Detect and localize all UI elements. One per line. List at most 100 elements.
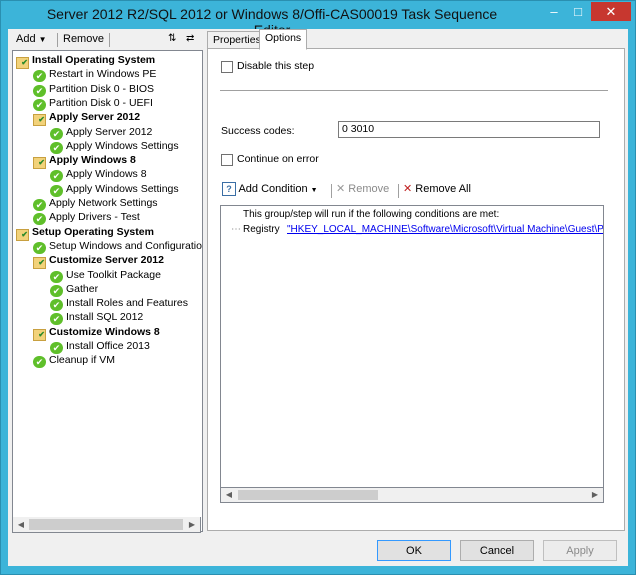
green-check-icon: ✔ — [50, 270, 63, 283]
dropdown-arrow-icon: ▼ — [38, 35, 47, 44]
tree-item-label: Apply Drivers - Test — [49, 211, 140, 224]
tree-step[interactable]: ✔ Setup Windows and Configuration — [33, 239, 203, 254]
minimize-button[interactable]: – — [541, 2, 567, 21]
green-check-icon: ✔ — [50, 184, 63, 197]
scroll-thumb[interactable] — [29, 519, 183, 530]
remove-all-label: Remove All — [415, 183, 471, 195]
options-panel: Disable this step Success codes: 0 3010 … — [207, 48, 625, 531]
tree-toolbar: Add ▼ Remove ⇅ ⇄ — [12, 31, 204, 49]
tree-item-label: Install Office 2013 — [66, 340, 150, 352]
success-codes-input[interactable]: 0 3010 — [338, 121, 600, 138]
tree-group[interactable]: ✔ Apply Server 2012 — [33, 110, 141, 127]
cancel-button[interactable]: Cancel — [460, 540, 534, 561]
tree-item-label: Apply Server 2012 — [49, 111, 141, 124]
tree-step[interactable]: ✔ Apply Windows 8 — [50, 167, 147, 183]
tree-step[interactable]: ✔ Install SQL 2012 — [50, 310, 143, 326]
toolbar-divider — [331, 184, 332, 198]
folder-check-icon: ✔ — [33, 257, 46, 270]
green-check-icon: ✔ — [50, 170, 63, 183]
move-up-icon[interactable]: ⇅ — [168, 33, 176, 44]
scroll-right-icon[interactable]: ▶ — [184, 517, 200, 532]
tree-item-label: Partition Disk 0 - BIOS — [49, 82, 155, 95]
green-check-icon: ✔ — [33, 213, 46, 226]
toolbar-divider — [109, 33, 110, 47]
green-check-icon: ✔ — [50, 127, 63, 140]
tree-group[interactable]: ✔ Install Operating System — [16, 53, 156, 69]
title-bar[interactable]: Server 2012 R2/SQL 2012 or Windows 8/Off… — [1, 1, 635, 38]
dropdown-arrow-icon: ▼ — [310, 187, 318, 194]
green-check-icon: ✔ — [33, 356, 46, 369]
tree-item-label: Apply Network Settings — [49, 197, 158, 209]
add-condition-label: Add Condition — [238, 183, 308, 195]
task-sequence-editor-window: Server 2012 R2/SQL 2012 or Windows 8/Off… — [0, 0, 636, 575]
close-button[interactable]: ✕ — [591, 2, 631, 21]
tree-item-label: Customize Server 2012 — [49, 254, 164, 267]
add-condition-button[interactable]: ? Add Condition ▼ — [222, 182, 318, 196]
tree-step[interactable]: ✔ Use Toolkit Package — [50, 268, 161, 283]
tree-step[interactable]: ✔ Restart in Windows PE — [33, 67, 156, 83]
tree-item-label: Gather — [66, 282, 99, 295]
dialog-client-area: Add ▼ Remove ⇅ ⇄ ✔ Install Operating Syst… — [8, 29, 628, 566]
success-codes-label: Success codes: — [221, 125, 295, 137]
tree-group[interactable]: ✔ Customize Windows 8 — [33, 325, 160, 341]
tree-step[interactable]: ✔ Cleanup if VM — [33, 353, 115, 369]
tree-group[interactable]: ✔ Apply Windows 8 — [33, 153, 136, 170]
tree-item-label: Apply Windows 8 — [66, 168, 147, 181]
folder-check-icon: ✔ — [33, 328, 46, 341]
tree-item-label: Setup Windows and Configuration — [49, 239, 203, 252]
condition-type: Registry — [243, 224, 280, 235]
ok-button[interactable]: OK — [377, 540, 451, 561]
tree-step[interactable]: ✔ Apply Server 2012 — [50, 125, 152, 140]
toolbar-divider — [57, 33, 58, 47]
tree-step[interactable]: ✔ Install Office 2013 — [50, 339, 150, 354]
tab-options[interactable]: Options — [259, 29, 308, 50]
tree-item-label: Install Roles and Features — [66, 297, 188, 310]
divider — [220, 90, 608, 91]
conditions-list[interactable]: This group/step will run if the followin… — [220, 205, 604, 503]
tree-item-label: Install Operating System — [32, 54, 156, 66]
tree-connector: ⋯ — [231, 224, 241, 235]
task-sequence-tree[interactable]: ✔ Install Operating System ✔ Restart in Win… — [12, 50, 203, 532]
green-check-icon: ✔ — [33, 70, 46, 83]
tree-item-label: Apply Windows Settings — [66, 182, 179, 195]
condition-registry-link[interactable]: "HKEY_LOCAL_MACHINE\Software\Microsoft\V… — [287, 224, 603, 235]
scroll-right-icon[interactable]: ▶ — [587, 488, 603, 502]
folder-check-icon: ✔ — [33, 114, 46, 127]
condition-header: This group/step will run if the followin… — [243, 209, 500, 220]
apply-button[interactable]: Apply — [543, 540, 617, 561]
tree-item-label: Cleanup if VM — [49, 354, 115, 367]
tree-step[interactable]: ✔ Apply Drivers - Test — [33, 210, 140, 226]
scroll-left-icon[interactable]: ◀ — [13, 517, 29, 532]
green-check-icon: ✔ — [33, 199, 46, 211]
disable-step-checkbox[interactable] — [221, 61, 233, 73]
add-menu-button[interactable]: Add ▼ — [16, 33, 47, 45]
scroll-left-icon[interactable]: ◀ — [221, 488, 237, 502]
scroll-thumb[interactable] — [238, 490, 378, 500]
tree-group[interactable]: ✔ Setup Operating System — [16, 225, 154, 241]
tree-step[interactable]: ✔ Install Roles and Features — [50, 296, 188, 312]
remove-condition-label: Remove — [348, 183, 390, 195]
move-down-icon[interactable]: ⇄ — [186, 33, 194, 44]
disable-step-label: Disable this step — [237, 60, 315, 72]
tree-horizontal-scrollbar[interactable]: ◀ ▶ — [12, 517, 201, 533]
tree-step[interactable]: ✔ Partition Disk 0 - BIOS — [33, 82, 155, 97]
condition-toolbar: ? Add Condition ▼ ✕ Remove ✕ Remove All — [220, 180, 604, 200]
tree-item-label: Use Toolkit Package — [66, 268, 161, 281]
tree-step[interactable]: ✔ Partition Disk 0 - UEFI — [33, 96, 153, 111]
tree-group[interactable]: ✔ Customize Server 2012 — [33, 253, 164, 270]
remove-button[interactable]: Remove — [63, 33, 104, 45]
tree-item-label: Apply Windows Settings — [66, 139, 179, 152]
tree-step[interactable]: ✔ Apply Windows Settings — [50, 182, 179, 197]
continue-on-error-checkbox[interactable] — [221, 154, 233, 166]
maximize-button[interactable]: □ — [565, 2, 591, 21]
tree-step[interactable]: ✔ Gather — [50, 282, 99, 297]
folder-check-icon: ✔ — [16, 228, 29, 241]
conditions-horizontal-scrollbar[interactable]: ◀ ▶ — [220, 487, 604, 503]
tree-step[interactable]: ✔ Apply Network Settings — [33, 196, 158, 211]
tree-item-label: Partition Disk 0 - UEFI — [49, 96, 153, 109]
remove-all-conditions-button[interactable]: ✕ Remove All — [403, 182, 471, 195]
tree-step[interactable]: ✔ Apply Windows Settings — [50, 139, 179, 154]
remove-condition-button[interactable]: ✕ Remove — [336, 182, 389, 195]
tree-item-label: Setup Operating System — [32, 225, 154, 238]
green-check-icon: ✔ — [50, 299, 63, 312]
